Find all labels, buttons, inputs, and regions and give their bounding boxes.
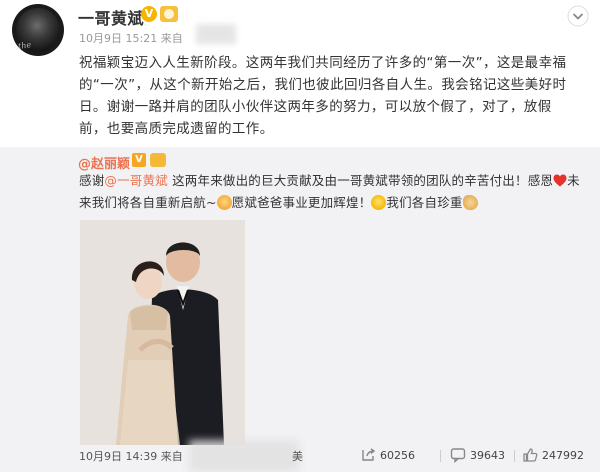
avatar-signature: the (17, 40, 32, 51)
divider (514, 450, 515, 462)
comment-count: 39643 (470, 449, 505, 462)
verified-icon: V (141, 6, 157, 22)
post-author[interactable]: 一哥黄斌 (78, 5, 144, 29)
post-meta: 10月9日 15:21 来自 (79, 32, 183, 45)
repost-text: 感谢@一哥黄斌 这两年来做出的巨大贡献及由一哥黄斌带领的团队的辛苦付出！感恩 未来… (79, 173, 580, 210)
like-count: 247992 (542, 449, 584, 462)
repost-level-icon (150, 153, 166, 167)
level-icon (160, 6, 178, 22)
comment-icon (450, 448, 466, 464)
share-button[interactable]: 60256 (360, 446, 415, 466)
post-photo[interactable] (80, 220, 245, 445)
heart-emoji-icon (553, 174, 567, 187)
blurred-source-footer (189, 440, 299, 472)
smile-emoji-icon (371, 195, 387, 210)
comment-button[interactable]: 39643 (450, 446, 505, 466)
like-button[interactable]: 247992 (522, 446, 584, 466)
mention-link[interactable]: @一哥黄斌 (104, 173, 168, 188)
share-count: 60256 (380, 449, 415, 462)
repost-verified-icon: V (132, 153, 146, 167)
share-icon (362, 448, 376, 461)
hands-emoji-icon (462, 195, 478, 210)
repost-footer: 10月9日 14:39 来自 (79, 450, 183, 463)
weibo-post: the 一哥黄斌 V 10月9日 15:21 来自 祝福颖宝迈入人生新阶段。这两… (0, 0, 600, 472)
divider (440, 450, 441, 462)
photo-illustration (80, 220, 245, 445)
avatar[interactable]: the (12, 4, 64, 56)
cat-emoji-icon (216, 195, 232, 210)
like-icon (523, 448, 538, 462)
blurred-source (196, 24, 236, 44)
dropdown-chevron-icon[interactable] (567, 5, 589, 27)
repost-footer-tail: 美 (292, 450, 303, 463)
post-text: 祝福颖宝迈入人生新阶段。这两年我们共同经历了许多的“第一次”，这是最幸福的“一次… (79, 55, 567, 137)
